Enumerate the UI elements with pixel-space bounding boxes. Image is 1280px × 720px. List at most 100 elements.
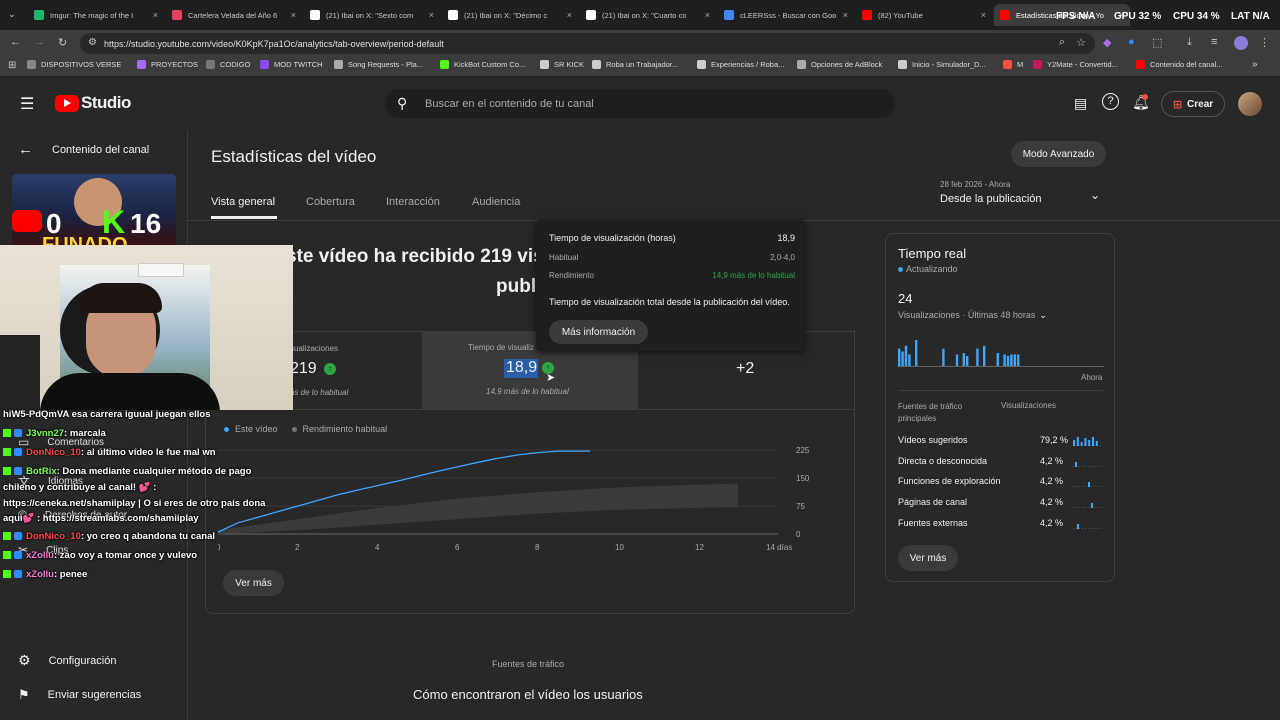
bookmark-item[interactable]: KickBot Custom Co...: [440, 60, 525, 69]
channel-search-input[interactable]: ⚲ Buscar en el contenido de tu canal: [385, 89, 895, 118]
extension-icon-2[interactable]: ●: [1128, 36, 1135, 48]
kick-badge-icon: [3, 532, 11, 541]
sidebar-item-settings[interactable]: ⚙ Configuración: [18, 652, 116, 669]
live-dot: [898, 267, 903, 272]
browser-tab[interactable]: cLEERSss - Buscar con Goo ×: [718, 4, 854, 26]
create-button[interactable]: ⊞ Crear: [1161, 91, 1225, 117]
bookmark-item[interactable]: PROYECTOS: [137, 60, 198, 69]
sparkline-bar: [1080, 442, 1083, 446]
advanced-mode-button[interactable]: Modo Avanzado: [1011, 141, 1106, 167]
sparkline-bar: [1091, 503, 1093, 509]
traffic-source-row: Fuentes externas 4,2 %: [898, 518, 1103, 529]
video-camera-icon: ⊞: [1172, 98, 1183, 111]
bookmark-item[interactable]: Song Requests - Pla...: [334, 60, 423, 69]
address-bar[interactable]: ⚙ https://studio.youtube.com/video/K0KpK…: [80, 33, 1095, 54]
tab-close-icon[interactable]: ×: [837, 10, 854, 20]
browser-tab[interactable]: (21) Ibai on X: "Cuarto co ×: [580, 4, 716, 26]
browser-tab[interactable]: (82) YouTube ×: [856, 4, 992, 26]
back-to-content-link[interactable]: Contenido del canal: [52, 144, 149, 156]
period-text: Desde la publicación: [940, 193, 1042, 205]
chat-text: : yo creo q abandona tu canal: [80, 531, 215, 542]
tab-reach[interactable]: Cobertura: [306, 196, 355, 208]
sidebar-item-feedback[interactable]: ⚑ Enviar sugerencias: [18, 687, 141, 703]
chat-message: DonNico_10: al último vídeo le fue mal w…: [3, 447, 216, 458]
chat-username: DonNico_10: [26, 447, 81, 458]
browser-menu-icon[interactable]: ⋮: [1259, 36, 1270, 49]
bookmark-favicon-icon: [1136, 60, 1145, 69]
chat-username: xZollu: [26, 550, 54, 561]
zoom-icon[interactable]: ⌕: [1059, 36, 1065, 49]
video-thumbnail[interactable]: 0 K 16 FUNADO: [12, 174, 176, 246]
bookmark-favicon-icon: [334, 60, 343, 69]
browser-tab[interactable]: (21) Ibai on X: "Décimo c ×: [442, 4, 578, 26]
tab-favicon-icon: [448, 10, 458, 20]
extensions-puzzle-icon[interactable]: ⬚: [1152, 36, 1162, 49]
chat-username: J3vnn27: [26, 428, 65, 439]
tab-engagement[interactable]: Interacción: [386, 196, 440, 208]
bookmark-item[interactable]: DISPOSITIVOS VERSE: [27, 60, 121, 69]
profile-avatar[interactable]: [1234, 36, 1248, 50]
back-arrow-icon[interactable]: ←: [18, 141, 33, 158]
chat-message: hiW5-PdQmVA esa carrera iguual juegan el…: [3, 409, 211, 420]
reading-list-icon[interactable]: ≡: [1211, 36, 1217, 48]
realtime-bar: [976, 348, 979, 366]
realtime-status: Actualizando: [906, 264, 958, 274]
realtime-views-dropdown[interactable]: Visualizaciones · Últimas 48 horas ⌄: [898, 310, 1047, 321]
realtime-count: 24: [898, 291, 913, 306]
bookmark-item[interactable]: Experiencias / Roba...: [697, 60, 784, 69]
tab-overview[interactable]: Vista general: [211, 196, 275, 208]
realtime-see-more-button[interactable]: Ver más: [898, 545, 958, 571]
sparkline-bar: [1088, 440, 1091, 446]
bookmark-item[interactable]: CODIGO: [206, 60, 250, 69]
extension-icon[interactable]: ◆: [1103, 36, 1111, 49]
sparkline-bar: [1084, 438, 1087, 446]
studio-logo[interactable]: Studio: [55, 93, 131, 113]
bookmark-item[interactable]: Roba un Trabajador...: [592, 60, 678, 69]
page-title: Estadísticas del vídeo: [211, 147, 377, 166]
reload-icon[interactable]: ↻: [58, 36, 67, 49]
tooltip-typical-label: Habitual: [549, 253, 579, 262]
messages-icon[interactable]: ▤: [1074, 95, 1087, 112]
apps-grid-icon[interactable]: ⊞: [8, 60, 16, 71]
bookmark-item[interactable]: Y2Mate - Convertid...: [1033, 60, 1118, 69]
tab-close-icon[interactable]: ×: [561, 10, 578, 20]
create-label: Crear: [1187, 98, 1214, 110]
bookmark-item[interactable]: M: [1003, 60, 1023, 69]
legend-typical: Rendimiento habitual: [302, 424, 388, 434]
tab-close-icon[interactable]: ×: [699, 10, 716, 20]
bookmark-item[interactable]: Contenido del canal...: [1136, 60, 1223, 69]
bookmark-star-icon[interactable]: ☆: [1076, 36, 1086, 49]
chat-message: J3vnn27: marcala: [3, 428, 106, 439]
tab-search-icon[interactable]: ⌄: [8, 9, 16, 20]
browser-tab[interactable]: (21) Ibai on X: "Sexto com ×: [304, 4, 440, 26]
see-more-button[interactable]: Ver más: [223, 570, 284, 596]
hamburger-menu-icon[interactable]: ☰: [20, 94, 34, 114]
hud-cpu: CPU 34 %: [1173, 11, 1220, 22]
bookmark-item[interactable]: MOD TWITCH: [260, 60, 323, 69]
site-info-icon[interactable]: ⚙: [88, 37, 97, 48]
more-info-button[interactable]: Más información: [549, 320, 648, 344]
tab-close-icon[interactable]: ×: [975, 10, 992, 20]
download-icon[interactable]: ⤓: [1187, 36, 1192, 49]
bookmark-favicon-icon: [697, 60, 706, 69]
chat-message: chileno y contribuye al canal! 💕 :: [3, 482, 156, 493]
browser-tab[interactable]: Cartelera Velada del Año 6 ×: [166, 4, 302, 26]
tab-audience[interactable]: Audiencia: [472, 196, 520, 208]
bookmarks-overflow-icon[interactable]: »: [1252, 59, 1258, 70]
date-range-selector[interactable]: 28 feb 2026 - Ahora Desde la publicación…: [940, 178, 1110, 210]
bookmark-item[interactable]: Inicio - Simulador_D...: [898, 60, 986, 69]
chevron-down-icon: ⌄: [1090, 188, 1101, 202]
bookmark-item[interactable]: Opciones de AdBlock: [797, 60, 882, 69]
tab-close-icon[interactable]: ×: [423, 10, 440, 20]
bookmark-item[interactable]: SR KICK: [540, 60, 584, 69]
channel-avatar[interactable]: [1238, 92, 1262, 116]
chart-y-tick-label: 75: [796, 502, 805, 511]
tab-close-icon[interactable]: ×: [285, 10, 302, 20]
tooltip-metric-row: Tiempo de visualización (horas) 18,9: [549, 233, 795, 243]
tab-close-icon[interactable]: ×: [147, 10, 164, 20]
forward-arrow-icon[interactable]: →: [34, 36, 45, 48]
back-arrow-icon[interactable]: ←: [10, 36, 21, 48]
help-icon[interactable]: ?: [1102, 93, 1119, 110]
chat-message: https://ceneka.net/shamiiplay | O si ere…: [3, 498, 265, 509]
browser-tab[interactable]: Imgur: The magic of the I ×: [28, 4, 164, 26]
